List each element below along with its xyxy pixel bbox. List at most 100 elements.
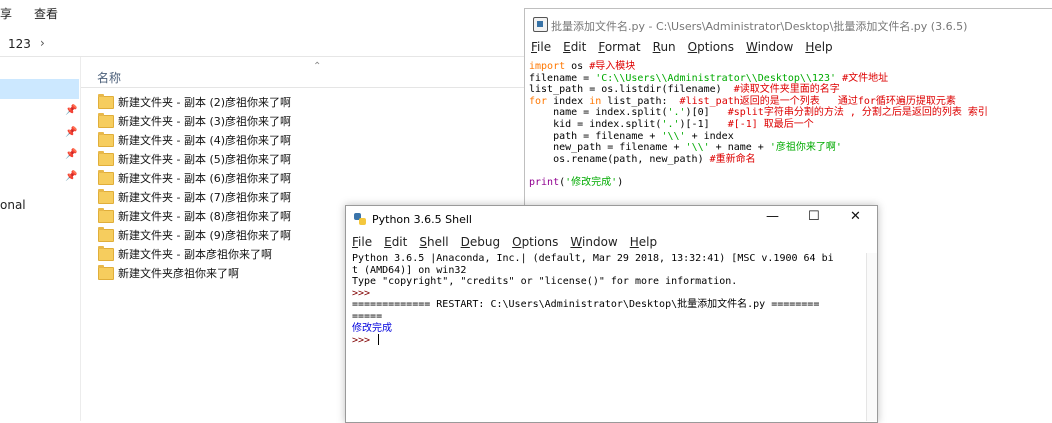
code-editor[interactable]: import os #导入模块 filename = 'C:\\Users\\Ad… [529, 61, 988, 189]
code-token: '彦祖你来了啊' [769, 142, 842, 154]
editor-title: 批量添加文件名.py - C:\Users\Administrator\Desk… [551, 20, 968, 33]
code-token: #split字符串分割的方法 , 分割之后是返回的列表 索引 [727, 107, 988, 119]
address-bar[interactable]: 123 › [0, 32, 525, 57]
close-button[interactable]: ✕ [850, 209, 861, 224]
program-output: 修改完成 [352, 322, 392, 334]
code-token: + index [685, 130, 734, 142]
file-row[interactable]: 新建文件夹 - 副本 (2)彦祖你来了啊 [98, 92, 518, 111]
editor-menu-window[interactable]: Window [746, 40, 793, 60]
shell-menu-options[interactable]: Options [512, 235, 558, 253]
file-name: 新建文件夹 - 副本彦祖你来了啊 [118, 247, 272, 261]
folder-icon [98, 188, 114, 204]
file-name: 新建文件夹彦祖你来了啊 [118, 266, 239, 280]
text-cursor [378, 334, 380, 346]
code-token: #list_path返回的是一个列表 通过for循环遍历提取元素 [679, 95, 956, 107]
shell-menu-help[interactable]: Help [630, 235, 657, 253]
folder-icon [98, 245, 114, 261]
ribbon-tab-view[interactable]: 查看 [34, 5, 58, 22]
minimize-button[interactable]: — [766, 209, 779, 224]
editor-title-bar[interactable]: 批量添加文件名.py - C:\Users\Administrator\Desk… [525, 9, 1052, 39]
code-token: list_path = os.listdir(filename) [529, 84, 734, 96]
shell-menubar: File Edit Shell Debug Options Window Help [346, 235, 877, 253]
maximize-button[interactable]: ☐ [808, 209, 820, 224]
editor-menubar: File Edit Format Run Options Window Help [525, 40, 1052, 60]
column-header-name[interactable]: 名称 ⌃ [81, 61, 525, 88]
shell-title-bar[interactable]: Python 3.6.5 Shell — ☐ ✕ [346, 206, 877, 234]
editor-menu-help[interactable]: Help [805, 40, 832, 60]
shell-scrollbar[interactable] [866, 253, 877, 421]
pin-icon[interactable]: 📌 [65, 105, 77, 116]
code-token: #文件地址 [842, 72, 889, 84]
shell-output[interactable]: Python 3.6.5 |Anaconda, Inc.| (default, … [352, 253, 862, 347]
shell-menu-shell[interactable]: Shell [419, 235, 448, 253]
nav-selected-item[interactable] [0, 79, 79, 99]
file-name: 新建文件夹 - 副本 (8)彦祖你来了啊 [118, 209, 292, 223]
code-token: new_path = filename + [529, 142, 686, 154]
code-token: for [529, 95, 548, 107]
code-token: index [547, 95, 590, 107]
code-token: import [529, 61, 566, 72]
shell-prompt: >>> [352, 335, 377, 347]
nav-item-label[interactable]: onal [0, 198, 26, 212]
chevron-right-icon[interactable]: › [40, 36, 45, 50]
code-line: name = index.split('.')[0] #split字符串分割的方… [529, 107, 988, 119]
shell-input-line[interactable]: >>> [352, 334, 862, 347]
code-line: kid = index.split('.')[-1] #[-1] 取最后一个 [529, 119, 988, 131]
code-token: os.rename(path, new_path) [529, 153, 710, 165]
file-name: 新建文件夹 - 副本 (6)彦祖你来了啊 [118, 171, 292, 185]
file-row[interactable]: 新建文件夹 - 副本 (4)彦祖你来了啊 [98, 130, 518, 149]
code-token: list_path: [601, 95, 680, 107]
folder-icon [98, 264, 114, 280]
editor-menu-format[interactable]: Format [598, 40, 640, 60]
file-row[interactable]: 新建文件夹 - 副本 (5)彦祖你来了啊 [98, 149, 518, 168]
idle-app-icon [533, 17, 548, 32]
ribbon-tab-share[interactable]: 享 [0, 5, 12, 22]
file-name: 新建文件夹 - 副本 (7)彦祖你来了啊 [118, 190, 292, 204]
folder-icon [98, 93, 114, 109]
code-line: import os #导入模块 [529, 61, 988, 73]
code-token: #读取文件夹里面的名字 [733, 84, 840, 96]
code-line: os.rename(path, new_path) #重新命名 [529, 154, 988, 166]
shell-menu-file[interactable]: File [352, 235, 372, 253]
folder-icon [98, 169, 114, 185]
pin-icon[interactable]: 📌 [65, 149, 77, 160]
editor-menu-options[interactable]: Options [688, 40, 734, 60]
restart-line: ===== [352, 310, 383, 322]
file-row[interactable]: 新建文件夹 - 副本 (3)彦祖你来了啊 [98, 111, 518, 130]
shell-banner-line: Type "copyright", "credits" or "license(… [352, 276, 738, 288]
file-name: 新建文件夹 - 副本 (9)彦祖你来了啊 [118, 228, 292, 242]
code-token: name = index.split( [529, 107, 668, 119]
editor-menu-file[interactable]: File [531, 40, 551, 60]
code-line: print('修改完成') [529, 177, 988, 189]
pin-icon[interactable]: 📌 [65, 127, 77, 138]
folder-icon [98, 207, 114, 223]
editor-menu-run[interactable]: Run [653, 40, 676, 60]
file-name: 新建文件夹 - 副本 (3)彦祖你来了啊 [118, 114, 292, 128]
editor-menu-edit[interactable]: Edit [563, 40, 586, 60]
code-token: )[-1] [679, 118, 728, 130]
code-token: #导入模块 [589, 61, 636, 72]
code-token: '\\' [661, 130, 686, 142]
code-token: )[0] [685, 107, 728, 119]
file-name: 新建文件夹 - 副本 (5)彦祖你来了啊 [118, 152, 292, 166]
code-token: '修改完成' [565, 176, 618, 188]
shell-prompt: >>> [352, 287, 377, 299]
code-line: filename = 'C:\\Users\\Administrator\\De… [529, 73, 988, 85]
code-token: 'C:\\Users\\Administrator\\Desktop\\123' [595, 72, 837, 84]
code-token: os [565, 61, 590, 72]
code-token: #[-1] 取最后一个 [727, 118, 814, 130]
shell-menu-debug[interactable]: Debug [461, 235, 500, 253]
code-token: print [529, 176, 560, 188]
folder-icon [98, 226, 114, 242]
file-row[interactable]: 新建文件夹 - 副本 (6)彦祖你来了啊 [98, 168, 518, 187]
column-name-label: 名称 [97, 71, 122, 85]
folder-icon [98, 131, 114, 147]
file-row[interactable]: 新建文件夹 - 副本 (7)彦祖你来了啊 [98, 187, 518, 206]
sort-caret-icon: ⌃ [313, 61, 322, 72]
shell-banner-line: t (AMD64)] on win32 [352, 264, 467, 276]
shell-menu-window[interactable]: Window [570, 235, 617, 253]
pin-icon[interactable]: 📌 [65, 171, 77, 182]
shell-menu-edit[interactable]: Edit [384, 235, 407, 253]
python-shell-window: Python 3.6.5 Shell — ☐ ✕ File Edit Shell De… [345, 205, 878, 423]
